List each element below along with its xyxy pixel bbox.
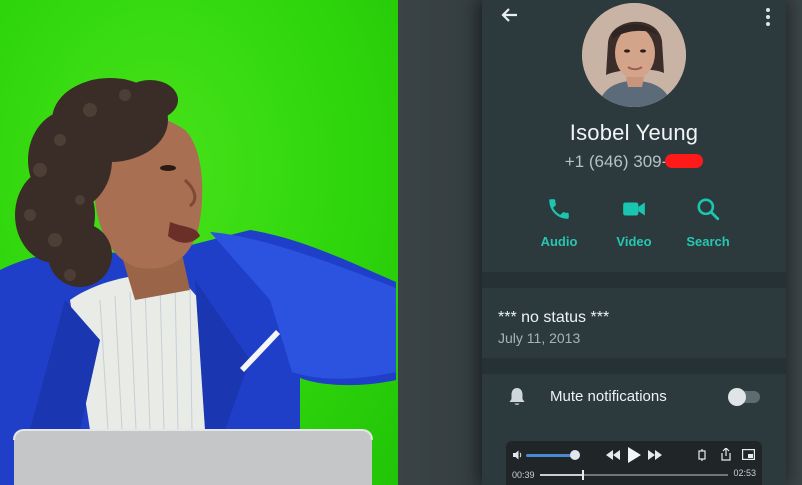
search-label: Search <box>686 234 730 249</box>
bell-icon <box>509 388 525 405</box>
phone-number-text: +1 (646) 309- <box>564 152 668 171</box>
toggle-knob <box>728 388 746 406</box>
contact-avatar[interactable] <box>582 3 686 107</box>
volume-slider-thumb[interactable] <box>570 450 580 460</box>
phone-icon <box>549 199 569 219</box>
play-icon[interactable] <box>626 446 642 464</box>
seek-thumb[interactable] <box>582 470 584 480</box>
video-camera-icon <box>623 202 645 216</box>
audio-label: Audio <box>540 234 578 249</box>
seek-progress <box>540 474 582 476</box>
search-icon <box>697 198 720 221</box>
contact-actions: Audio Video Search <box>482 196 786 256</box>
section-divider <box>482 272 786 288</box>
more-options-icon[interactable] <box>764 8 772 28</box>
current-time: 00:39 <box>512 470 535 480</box>
back-arrow-icon[interactable] <box>498 4 520 26</box>
section-divider <box>482 358 786 374</box>
contact-name: Isobel Yeung <box>569 120 699 145</box>
volume-icon[interactable] <box>512 449 524 461</box>
mute-notifications-label: Mute notifications <box>550 388 667 405</box>
video-label: Video <box>616 234 652 249</box>
mute-notifications-row[interactable]: Mute notifications <box>482 380 786 414</box>
status-date: July 11, 2013 <box>498 330 581 346</box>
total-time: 02:53 <box>733 468 756 478</box>
share-icon[interactable] <box>720 448 732 461</box>
picture-in-picture-icon[interactable] <box>742 449 755 460</box>
video-call-button[interactable]: Video <box>599 196 669 249</box>
avatar-portrait <box>582 3 686 107</box>
redaction-mark <box>665 154 704 168</box>
presenter-video <box>0 0 398 485</box>
fast-forward-icon[interactable] <box>648 450 662 460</box>
contact-status: *** no status *** <box>498 309 610 326</box>
rewind-icon[interactable] <box>606 450 620 460</box>
contact-phone: +1 (646) 309- <box>482 152 786 172</box>
phone-screen: Isobel Yeung +1 (646) 309- Audio Video S… <box>482 0 786 485</box>
seek-bar[interactable] <box>540 470 728 480</box>
audio-call-button[interactable]: Audio <box>524 196 594 249</box>
presenter-illustration <box>0 78 396 485</box>
frame-step-icon[interactable] <box>696 449 708 461</box>
video-player-controls: 00:39 02:53 <box>506 441 762 485</box>
search-button[interactable]: Search <box>673 196 743 249</box>
mute-toggle[interactable] <box>728 387 760 406</box>
